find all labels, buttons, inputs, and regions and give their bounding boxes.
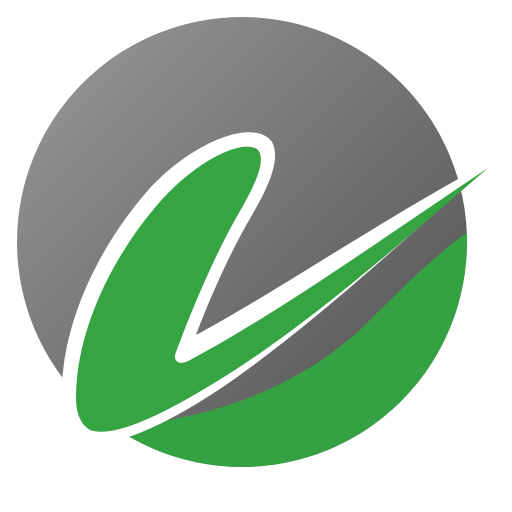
logo-canvas — [0, 0, 512, 512]
v-checkmark-logo-icon — [0, 0, 512, 512]
